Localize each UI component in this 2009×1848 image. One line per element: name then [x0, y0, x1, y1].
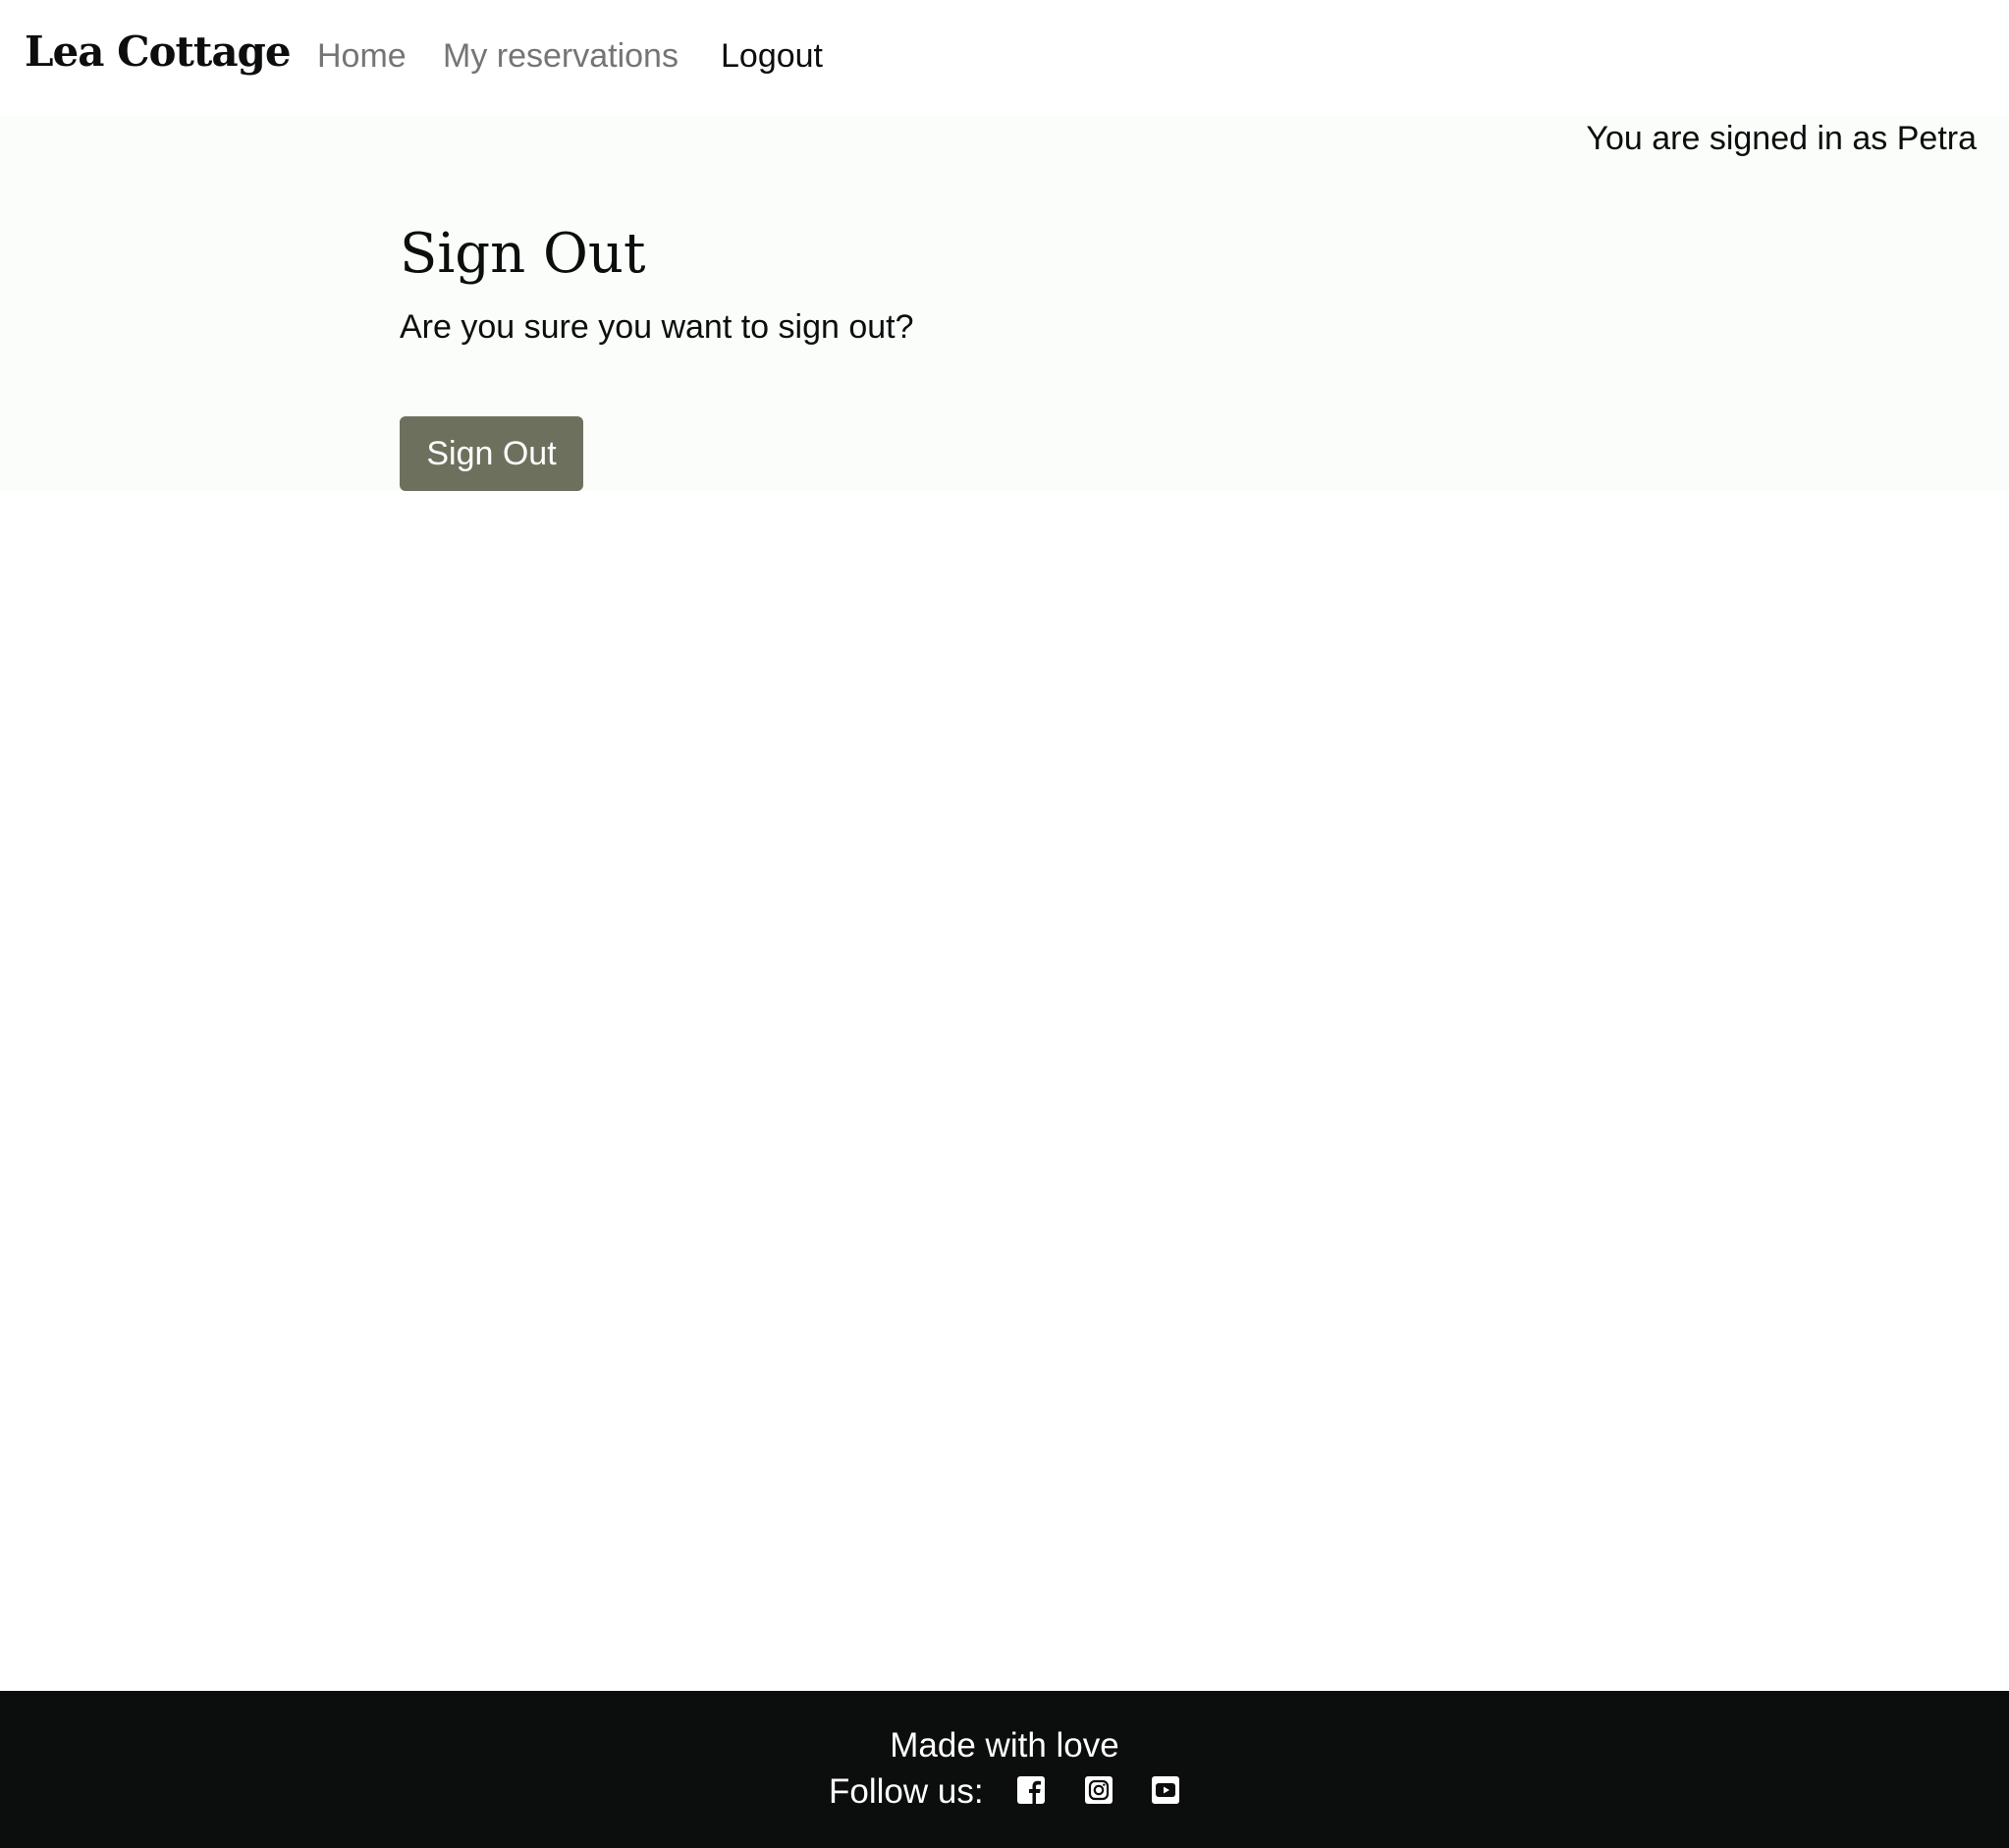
navbar: Lea Cottage Home My reservations Logout	[0, 0, 2009, 116]
confirm-message: Are you sure you want to sign out?	[400, 308, 914, 346]
content-band	[0, 116, 2009, 491]
follow-us-label: Follow us:	[829, 1772, 984, 1811]
site-logo[interactable]: Lea Cottage	[25, 27, 292, 76]
sign-out-button[interactable]: Sign Out	[400, 416, 583, 491]
youtube-icon[interactable]	[1152, 1776, 1179, 1804]
nav-my-reservations[interactable]: My reservations	[443, 37, 679, 76]
nav-logout[interactable]: Logout	[721, 37, 823, 76]
facebook-icon[interactable]	[1017, 1776, 1045, 1804]
made-with-love: Made with love	[890, 1726, 1119, 1765]
instagram-icon[interactable]	[1085, 1776, 1113, 1804]
signed-in-status: You are signed in as Petra	[1586, 120, 1977, 157]
page-title: Sign Out	[400, 222, 646, 286]
footer: Made with love Follow us:	[0, 1691, 2009, 1848]
nav-home[interactable]: Home	[317, 37, 407, 76]
